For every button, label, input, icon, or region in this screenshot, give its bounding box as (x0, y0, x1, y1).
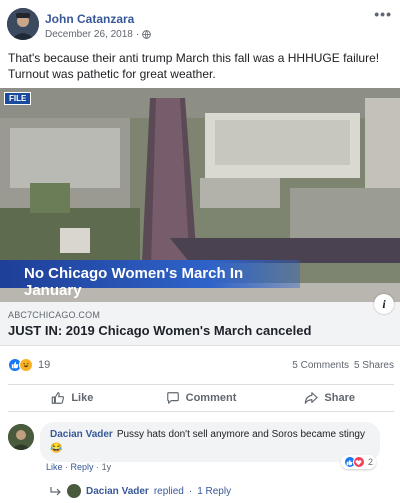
comments-count[interactable]: 5 Comments (292, 360, 349, 371)
haha-reaction-icon (19, 358, 33, 372)
love-reaction-icon (352, 456, 365, 468)
like-label: Like (71, 392, 94, 404)
comment-author[interactable]: Dacian Vader (50, 429, 113, 440)
post-author-name[interactable]: John Catanzara (45, 12, 134, 26)
comment-dot: · (65, 462, 69, 472)
commenter-avatar[interactable] (8, 424, 34, 450)
comment-actions: Like · Reply · 1y (46, 462, 111, 472)
post-header: John Catanzara December 26, 2018 · ••• (0, 0, 400, 44)
thumbs-up-icon (52, 392, 65, 404)
comment-like-link[interactable]: Like (46, 462, 63, 472)
comment-reaction-count: 2 (367, 457, 373, 467)
like-button[interactable]: Like (8, 385, 137, 411)
comment-icon (166, 392, 179, 404)
reaction-count: 19 (38, 359, 51, 371)
comment-dot: · (96, 462, 100, 472)
post-action-bar: Like Comment Share (8, 384, 394, 412)
globe-icon (142, 30, 152, 39)
link-title[interactable]: JUST IN: 2019 Chicago Women's March canc… (8, 323, 311, 338)
comment-age[interactable]: 1y (102, 462, 112, 472)
reply-author: Dacian Vader (86, 485, 149, 497)
shares-count[interactable]: 5 Shares (354, 360, 394, 371)
meta-separator: · (135, 29, 140, 40)
reply-arrow-icon (50, 487, 61, 496)
post-meta: December 26, 2018 · (45, 29, 152, 40)
file-tag-label: FILE (4, 92, 32, 105)
reply-avatar (67, 484, 81, 498)
reactions-summary[interactable]: 19 (8, 358, 50, 372)
comment-bubble: Dacian Vader Pussy hats don't sell anymor… (40, 422, 380, 462)
author-avatar[interactable] (7, 8, 39, 40)
news-banner: No Chicago Women's March In January (0, 260, 300, 299)
comment-reply-link[interactable]: Reply (71, 462, 94, 472)
engagement-counts: 5 Comments 5 Shares (292, 360, 394, 371)
comment-label: Comment (185, 392, 237, 404)
share-icon (305, 392, 319, 404)
comment-button[interactable]: Comment (137, 385, 266, 411)
comment-reactions[interactable]: 2 (340, 455, 376, 469)
replies-summary[interactable]: Dacian Vader replied · 1 Reply (50, 484, 231, 498)
reply-replied: replied (153, 485, 184, 497)
info-icon[interactable]: i (374, 294, 394, 314)
post-stats: 19 5 Comments 5 Shares (0, 354, 400, 378)
news-banner-text: No Chicago Women's March In January (24, 265, 244, 299)
comment-text: Pussy hats don't sell anymore and Soros … (116, 429, 365, 440)
reply-dot: · (188, 485, 193, 497)
share-button[interactable]: Share (265, 385, 394, 411)
link-preview-caption[interactable]: ABC7CHICAGO.COM JUST IN: 2019 Chicago Wo… (0, 294, 400, 346)
laughing-emoji: 😂 (50, 443, 63, 454)
reply-count: 1 Reply (197, 485, 232, 497)
share-label: Share (324, 392, 355, 404)
link-preview-image[interactable]: FILE No Chicago Women's March In January (0, 88, 400, 302)
link-domain: ABC7CHICAGO.COM (8, 310, 101, 320)
more-options-icon[interactable]: ••• (374, 6, 392, 22)
post-date[interactable]: December 26, 2018 (45, 29, 133, 40)
post-text: That's because their anti trump March th… (8, 51, 380, 81)
